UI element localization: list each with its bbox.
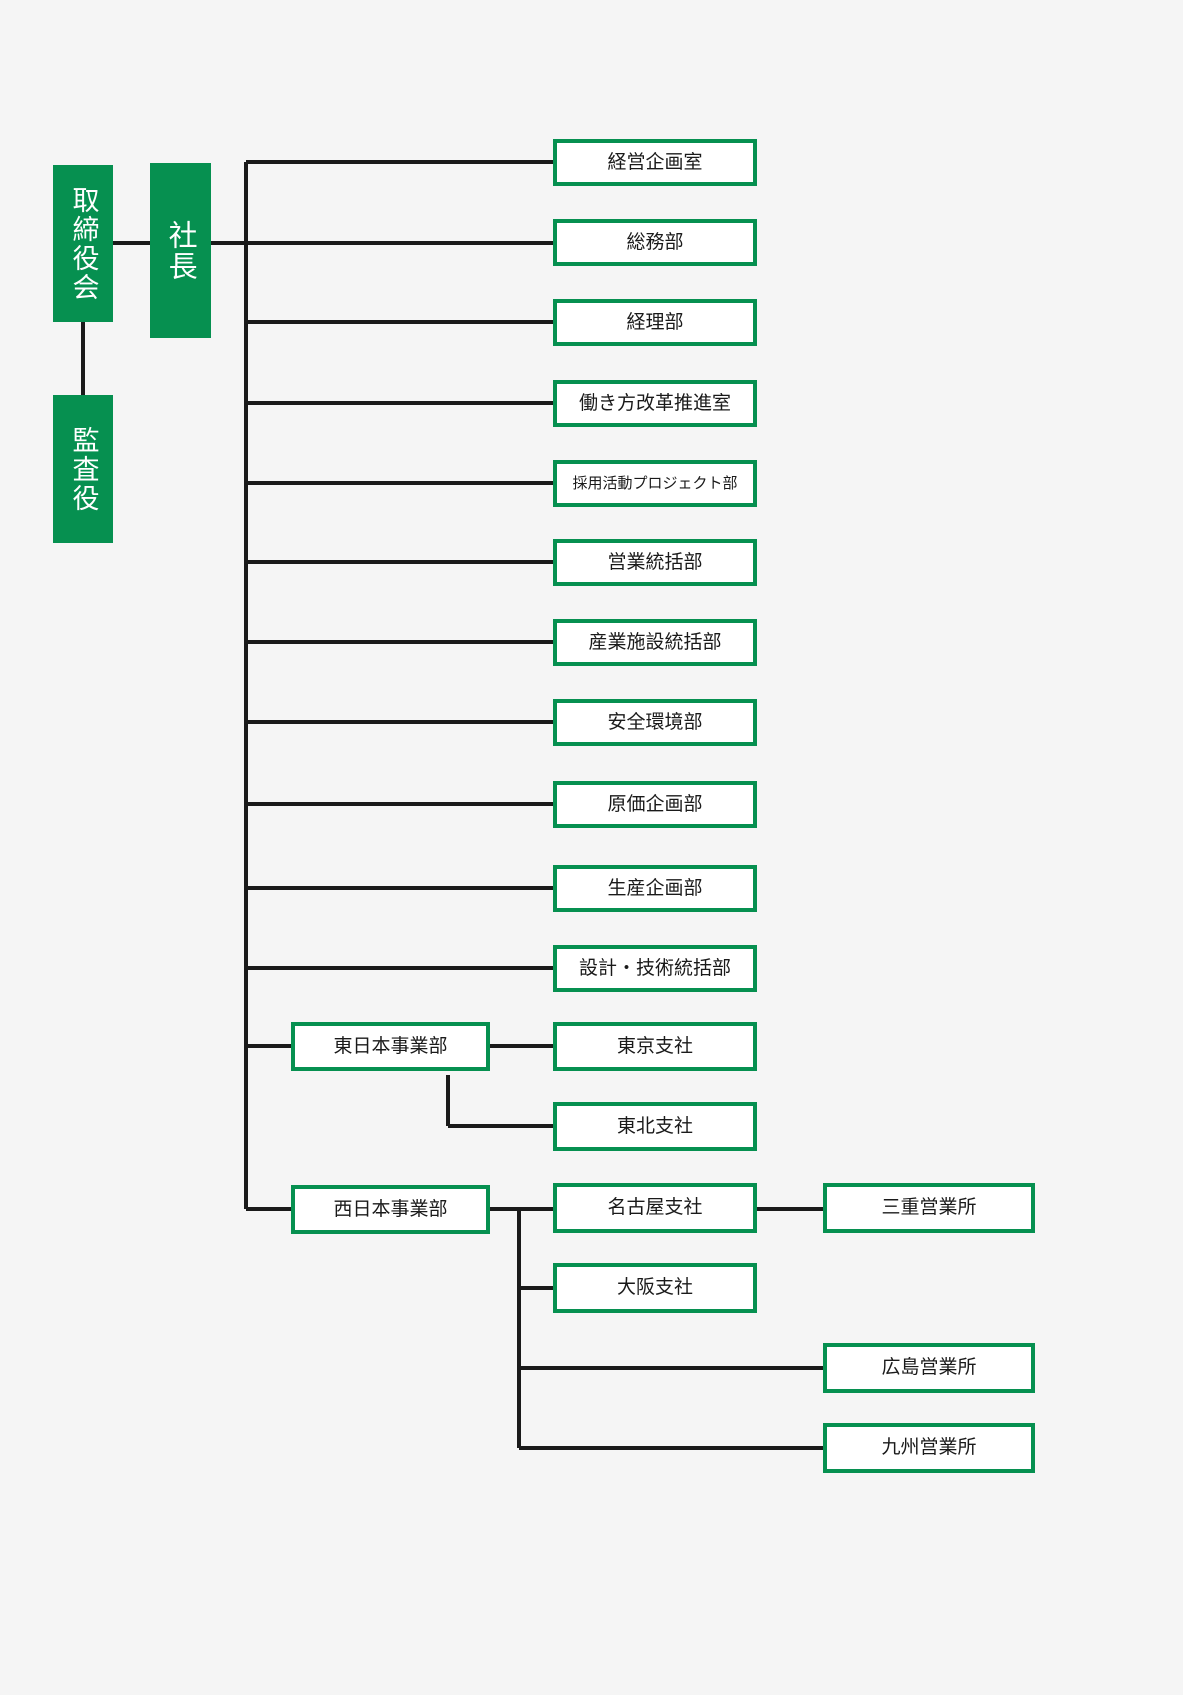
node-label: 安全環境部 xyxy=(607,710,703,733)
node-label: 原価企画部 xyxy=(607,792,703,815)
node-label: 広島営業所 xyxy=(881,1356,977,1379)
node-tokyo-branch[interactable]: 東京支社 xyxy=(553,1022,757,1071)
node-label: 大阪支社 xyxy=(616,1276,693,1299)
node-hiroshima-sales-office[interactable]: 広島営業所 xyxy=(823,1343,1035,1393)
node-label: 取締役会 xyxy=(67,185,99,302)
node-label: 設計・技術統括部 xyxy=(578,956,731,979)
node-mie-sales-office[interactable]: 三重営業所 xyxy=(823,1183,1035,1233)
node-safety-environment-dept[interactable]: 安全環境部 xyxy=(553,699,757,746)
org-chart: 取締役会 監査役 社長 経営企画室 総務部 経理部 働き方改革推進室 採用活動プ… xyxy=(0,0,1183,1695)
node-recruitment-project-dept[interactable]: 採用活動プロジェクト部 xyxy=(553,460,757,507)
node-management-planning-office[interactable]: 経営企画室 xyxy=(553,139,757,186)
node-label: 東北支社 xyxy=(616,1114,693,1137)
node-west-japan-division[interactable]: 西日本事業部 xyxy=(291,1185,490,1234)
node-kyushu-sales-office[interactable]: 九州営業所 xyxy=(823,1423,1035,1473)
node-president[interactable]: 社長 xyxy=(150,163,211,338)
node-label: 社長 xyxy=(164,219,199,282)
node-general-affairs-dept[interactable]: 総務部 xyxy=(553,219,757,266)
node-auditor[interactable]: 監査役 xyxy=(53,395,113,543)
node-tohoku-branch[interactable]: 東北支社 xyxy=(553,1102,757,1151)
node-label: 経営企画室 xyxy=(607,150,703,173)
node-label: 採用活動プロジェクト部 xyxy=(572,473,738,492)
node-cost-planning-dept[interactable]: 原価企画部 xyxy=(553,781,757,828)
node-label: 監査役 xyxy=(67,425,99,513)
node-board-of-directors[interactable]: 取締役会 xyxy=(53,165,113,322)
node-production-planning-dept[interactable]: 生産企画部 xyxy=(553,865,757,912)
node-label: 産業施設統括部 xyxy=(588,630,722,653)
node-label: 営業統括部 xyxy=(607,550,703,573)
node-label: 総務部 xyxy=(626,230,684,253)
node-industrial-facilities-dept[interactable]: 産業施設統括部 xyxy=(553,619,757,666)
node-sales-management-dept[interactable]: 営業統括部 xyxy=(553,539,757,586)
node-label: 西日本事業部 xyxy=(333,1197,448,1220)
node-label: 働き方改革推進室 xyxy=(578,391,731,414)
node-east-japan-division[interactable]: 東日本事業部 xyxy=(291,1022,490,1071)
node-osaka-branch[interactable]: 大阪支社 xyxy=(553,1263,757,1313)
node-label: 九州営業所 xyxy=(881,1436,977,1459)
node-nagoya-branch[interactable]: 名古屋支社 xyxy=(553,1183,757,1233)
node-label: 東日本事業部 xyxy=(333,1034,448,1057)
node-accounting-dept[interactable]: 経理部 xyxy=(553,299,757,346)
node-design-technology-dept[interactable]: 設計・技術統括部 xyxy=(553,945,757,992)
node-label: 名古屋支社 xyxy=(607,1196,703,1219)
node-work-style-reform-office[interactable]: 働き方改革推進室 xyxy=(553,380,757,427)
node-label: 東京支社 xyxy=(616,1034,693,1057)
node-label: 三重営業所 xyxy=(881,1196,977,1219)
node-label: 経理部 xyxy=(626,310,684,333)
node-label: 生産企画部 xyxy=(607,876,703,899)
